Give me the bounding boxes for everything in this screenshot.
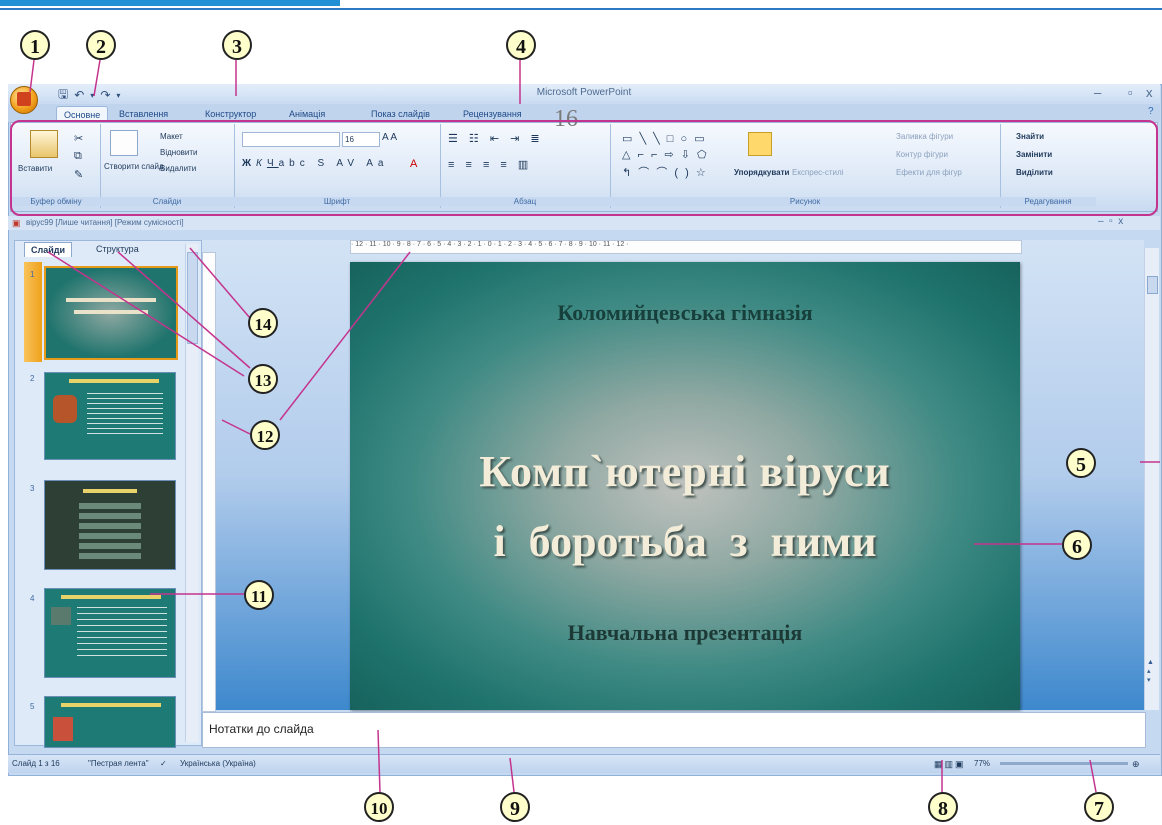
status-bar: Слайд 1 з 16 "Пестрая лента" ✓ Українськ… bbox=[8, 754, 1160, 773]
callout-3: 3 bbox=[222, 30, 252, 60]
notes-pane[interactable]: Нотатки до слайда bbox=[202, 712, 1146, 748]
callout-6: 6 bbox=[1062, 530, 1092, 560]
tab-outline[interactable]: Структура bbox=[90, 242, 145, 256]
minimize-button[interactable]: – bbox=[1094, 85, 1101, 100]
callout-11: 11 bbox=[244, 580, 274, 610]
slide-title-line-1[interactable]: Комп`ютерні віруси bbox=[350, 446, 1020, 497]
maximize-button[interactable]: ▫ bbox=[1128, 85, 1133, 100]
language[interactable]: Українська (Україна) bbox=[180, 759, 256, 768]
dropdown-icon[interactable]: ▾ bbox=[90, 91, 94, 100]
callout-1: 1 bbox=[20, 30, 50, 60]
office-logo-icon bbox=[17, 92, 31, 106]
callout-13: 13 bbox=[248, 364, 278, 394]
slide-thumbnail-1[interactable] bbox=[44, 266, 178, 360]
slide-school-name[interactable]: Коломийцевська гімназія bbox=[350, 300, 1020, 326]
slide-counter: Слайд 1 з 16 bbox=[12, 759, 60, 768]
title-bar: Microsoft PowerPoint – ▫ x bbox=[8, 84, 1160, 104]
document-bar: ▣ вірус99 [Лише читання] [Режим суміснос… bbox=[8, 216, 1160, 230]
save-icon[interactable]: 🖫 bbox=[58, 85, 68, 106]
thumbnail-number: 4 bbox=[30, 594, 35, 603]
customize-icon[interactable]: ▾ bbox=[116, 91, 120, 100]
scroll-thumb[interactable] bbox=[1147, 276, 1158, 294]
slides-pane-scrollbar[interactable] bbox=[185, 244, 198, 742]
prev-next-slide-icon[interactable]: ▲ ▴ ▾ bbox=[1147, 658, 1154, 685]
slide-subtitle[interactable]: Навчальна презентація bbox=[350, 620, 1020, 646]
redo-icon[interactable]: ↷ bbox=[100, 88, 110, 102]
callout-4: 4 bbox=[506, 30, 536, 60]
zoom-level[interactable]: 77% bbox=[974, 759, 990, 768]
callout-9: 9 bbox=[500, 792, 530, 822]
thumbnail-number: 5 bbox=[30, 702, 35, 711]
callout-2: 2 bbox=[86, 30, 116, 60]
view-buttons-icon[interactable]: ▦▥▣ bbox=[934, 759, 966, 770]
callout-12: 12 bbox=[250, 420, 280, 450]
slide-thumbnail-5[interactable] bbox=[44, 696, 176, 748]
callout-7: 7 bbox=[1084, 792, 1114, 822]
office-button[interactable] bbox=[10, 86, 38, 114]
close-button[interactable]: x bbox=[1146, 85, 1153, 100]
callout-10: 10 bbox=[364, 792, 394, 822]
slide-thumbnail-2[interactable] bbox=[44, 372, 176, 460]
undo-icon[interactable]: ↶ bbox=[74, 88, 84, 102]
notes-placeholder: Нотатки до слайда bbox=[209, 722, 314, 736]
slide-title-line-2[interactable]: і боротьба з ними bbox=[350, 516, 1020, 567]
slide-thumbnail-4[interactable] bbox=[44, 588, 176, 678]
callout-5: 5 bbox=[1066, 448, 1096, 478]
spellcheck-icon[interactable]: ✓ bbox=[160, 759, 167, 768]
vertical-ruler bbox=[202, 252, 216, 712]
scroll-thumb[interactable] bbox=[187, 252, 198, 344]
vertical-scrollbar[interactable]: ▲ ▴ ▾ bbox=[1144, 248, 1159, 710]
thumbnail-number: 1 bbox=[30, 270, 35, 279]
document-name: вірус99 [Лише читання] [Режим сумісності… bbox=[26, 218, 184, 227]
window-title: Microsoft PowerPoint bbox=[536, 87, 632, 98]
top-rule bbox=[0, 0, 1162, 10]
quick-access-toolbar: 🖫 ↶ ▾ ↷ ▾ bbox=[58, 87, 120, 103]
tab-slides[interactable]: Слайди bbox=[24, 242, 73, 257]
thumbnail-number: 3 bbox=[30, 484, 35, 493]
help-icon[interactable]: ? bbox=[1148, 106, 1154, 117]
horizontal-ruler: · 12 · 11 · 10 · 9 · 8 · 7 · 6 · 5 · 4 ·… bbox=[350, 240, 1022, 254]
slide-thumbnail-3[interactable] bbox=[44, 480, 176, 570]
ribbon-highlight-outline bbox=[10, 120, 1158, 216]
thumbnail-number: 2 bbox=[30, 374, 35, 383]
callout-14: 14 bbox=[248, 308, 278, 338]
theme-name: "Пестрая лента" bbox=[88, 759, 149, 768]
callout-8: 8 bbox=[928, 792, 958, 822]
doc-window-controls[interactable]: – ▫ x bbox=[1098, 216, 1123, 227]
zoom-slider[interactable] bbox=[1000, 762, 1128, 765]
fit-window-icon[interactable]: ⊕ bbox=[1132, 759, 1140, 770]
ppt-file-icon: ▣ bbox=[12, 218, 21, 228]
